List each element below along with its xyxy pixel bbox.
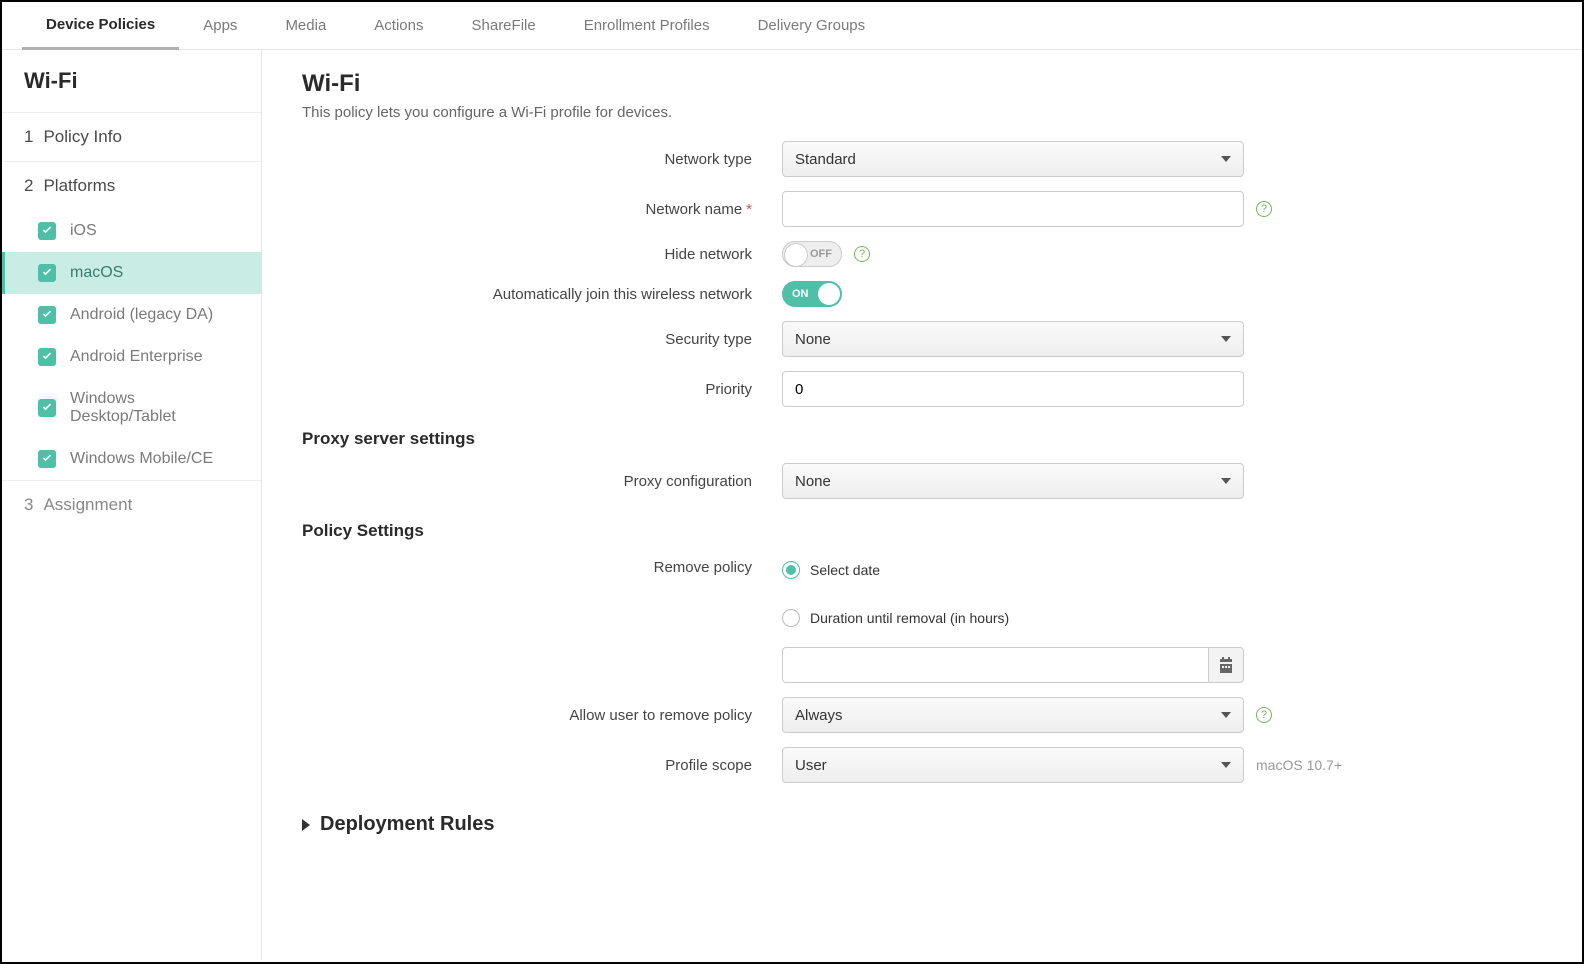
tab-media[interactable]: Media (261, 3, 350, 48)
chevron-down-icon (1221, 156, 1231, 162)
chevron-down-icon (1221, 336, 1231, 342)
platform-ios[interactable]: iOS (2, 210, 261, 252)
select-value: Always (795, 707, 843, 724)
deployment-rules-heading: Deployment Rules (320, 813, 494, 836)
profile-scope-select[interactable]: User (782, 747, 1244, 783)
security-type-label: Security type (302, 331, 782, 348)
help-icon[interactable]: ? (854, 246, 870, 262)
proxy-config-select[interactable]: None (782, 463, 1244, 499)
chevron-down-icon (1221, 478, 1231, 484)
step-label: Policy Info (43, 127, 121, 146)
policy-settings-heading: Policy Settings (302, 521, 1542, 541)
tab-delivery-groups[interactable]: Delivery Groups (734, 3, 890, 48)
platform-label: Windows Mobile/CE (70, 450, 213, 468)
select-value: Standard (795, 151, 856, 168)
step-number: 1 (24, 127, 33, 146)
calendar-icon (1218, 657, 1234, 673)
platform-label: Android Enterprise (70, 348, 203, 366)
proxy-config-label: Proxy configuration (302, 473, 782, 490)
page-title: Wi-Fi (302, 70, 1542, 98)
tab-device-policies[interactable]: Device Policies (22, 2, 179, 50)
platform-label: Android (legacy DA) (70, 306, 213, 324)
security-type-select[interactable]: None (782, 321, 1244, 357)
hide-network-toggle[interactable]: OFF (782, 241, 842, 267)
tab-apps[interactable]: Apps (179, 3, 261, 48)
network-name-input[interactable] (782, 191, 1244, 227)
check-icon (38, 222, 56, 240)
calendar-button[interactable] (1208, 647, 1244, 683)
profile-scope-label: Profile scope (302, 757, 782, 774)
check-icon (38, 348, 56, 366)
step-number: 2 (24, 176, 33, 195)
proxy-section-heading: Proxy server settings (302, 429, 1542, 449)
radio-label: Select date (810, 562, 880, 578)
hide-network-label: Hide network (302, 246, 782, 263)
allow-remove-select[interactable]: Always (782, 697, 1244, 733)
allow-remove-label: Allow user to remove policy (302, 707, 782, 724)
platform-windows-desktop[interactable]: Windows Desktop/Tablet (2, 378, 261, 438)
tab-sharefile[interactable]: ShareFile (448, 3, 560, 48)
priority-label: Priority (302, 381, 782, 398)
remove-policy-label: Remove policy (302, 555, 782, 576)
check-icon (38, 264, 56, 282)
sidebar-policy-title: Wi-Fi (2, 50, 261, 112)
network-type-label: Network type (302, 151, 782, 168)
required-mark: * (746, 201, 752, 218)
top-nav: Device Policies Apps Media Actions Share… (2, 2, 1582, 50)
step-policy-info[interactable]: 1 Policy Info (2, 112, 261, 161)
select-value: User (795, 757, 827, 774)
deployment-rules-toggle[interactable]: Deployment Rules (302, 813, 1542, 836)
caret-right-icon (302, 819, 310, 831)
radio-label: Duration until removal (in hours) (810, 610, 1009, 626)
platform-label: macOS (70, 264, 123, 282)
step-assignment[interactable]: 3 Assignment (2, 480, 261, 529)
select-value: None (795, 473, 831, 490)
remove-policy-radio-duration[interactable] (782, 609, 800, 627)
platform-windows-mobile[interactable]: Windows Mobile/CE (2, 438, 261, 480)
help-icon[interactable]: ? (1256, 707, 1272, 723)
page-description: This policy lets you configure a Wi-Fi p… (302, 104, 1542, 121)
check-icon (38, 450, 56, 468)
remove-policy-date-input[interactable] (782, 647, 1208, 683)
priority-input[interactable] (782, 371, 1244, 407)
step-number: 3 (24, 495, 33, 514)
auto-join-toggle[interactable]: ON (782, 281, 842, 307)
platform-android-enterprise[interactable]: Android Enterprise (2, 336, 261, 378)
platform-macos[interactable]: macOS (2, 252, 261, 294)
platform-label: iOS (70, 222, 97, 240)
platform-label: Windows Desktop/Tablet (70, 390, 239, 426)
select-value: None (795, 331, 831, 348)
step-platforms[interactable]: 2 Platforms (2, 161, 261, 210)
check-icon (38, 306, 56, 324)
network-name-label: Network name* (302, 201, 782, 218)
chevron-down-icon (1221, 762, 1231, 768)
main-content: Wi-Fi This policy lets you configure a W… (262, 50, 1582, 960)
remove-policy-radio-date[interactable] (782, 561, 800, 579)
platform-android-legacy[interactable]: Android (legacy DA) (2, 294, 261, 336)
chevron-down-icon (1221, 712, 1231, 718)
network-type-select[interactable]: Standard (782, 141, 1244, 177)
profile-scope-hint: macOS 10.7+ (1256, 757, 1342, 773)
tab-actions[interactable]: Actions (350, 3, 447, 48)
step-label: Platforms (43, 176, 115, 195)
tab-enrollment-profiles[interactable]: Enrollment Profiles (560, 3, 734, 48)
check-icon (38, 399, 56, 417)
help-icon[interactable]: ? (1256, 201, 1272, 217)
auto-join-label: Automatically join this wireless network (302, 286, 782, 303)
sidebar: Wi-Fi 1Policy Info 2Platforms iOS macOS … (2, 50, 262, 960)
step-label: Assignment (43, 495, 132, 514)
